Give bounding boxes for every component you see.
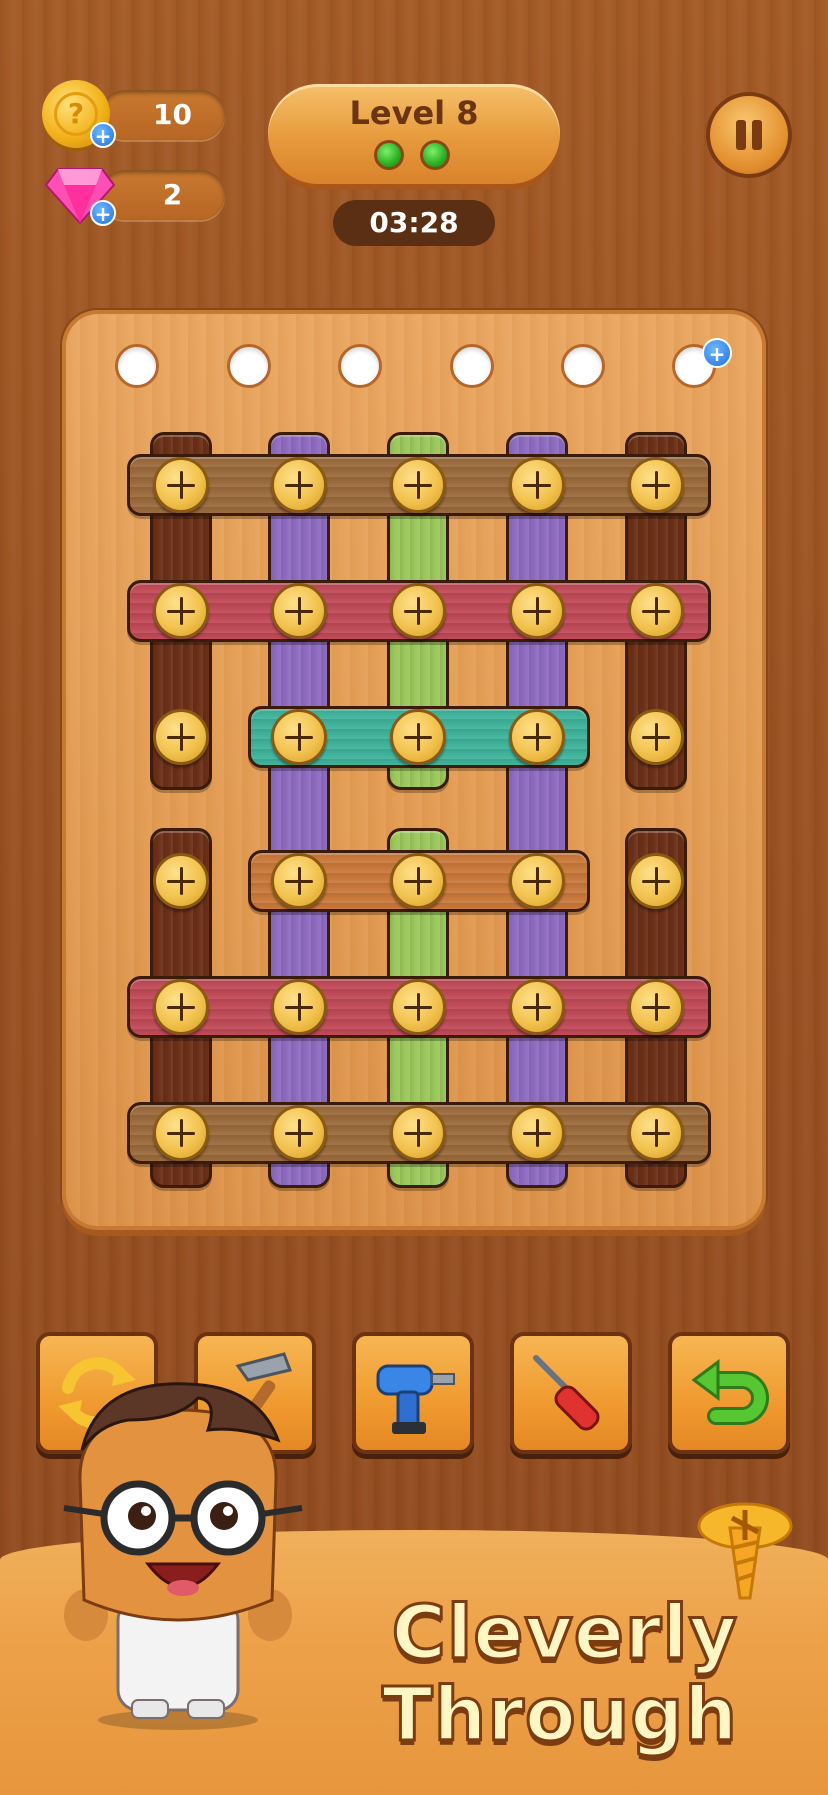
screw[interactable] — [390, 1105, 446, 1161]
screw[interactable] — [153, 457, 209, 513]
plank-purple[interactable] — [268, 432, 330, 1188]
add-hole-icon[interactable]: + — [702, 338, 732, 368]
screw[interactable] — [271, 979, 327, 1035]
screw[interactable] — [153, 583, 209, 639]
screw[interactable] — [628, 1105, 684, 1161]
level-plate: Level 8 — [268, 84, 560, 184]
pause-icon — [752, 120, 762, 150]
screw[interactable] — [390, 583, 446, 639]
plank-purple[interactable] — [506, 432, 568, 1188]
progress-dot — [374, 140, 404, 170]
pause-icon — [736, 120, 746, 150]
empty-hole[interactable] — [115, 344, 159, 388]
screw[interactable] — [271, 1105, 327, 1161]
screw[interactable] — [390, 709, 446, 765]
screw[interactable] — [509, 853, 565, 909]
screw[interactable] — [153, 1105, 209, 1161]
slogan-line-2: Through — [381, 1671, 739, 1760]
screw[interactable] — [509, 457, 565, 513]
empty-hole[interactable] — [338, 344, 382, 388]
screwdriver-button[interactable] — [510, 1332, 632, 1454]
screw[interactable] — [390, 853, 446, 909]
screw[interactable] — [628, 457, 684, 513]
screw[interactable] — [509, 583, 565, 639]
screw[interactable] — [509, 709, 565, 765]
drill-icon — [376, 1364, 455, 1434]
drill-button[interactable] — [352, 1332, 474, 1454]
screwdriver-icon — [533, 1355, 600, 1431]
undo-button[interactable] — [668, 1332, 790, 1454]
empty-hole[interactable] — [227, 344, 271, 388]
undo-icon — [691, 1359, 769, 1425]
screw[interactable] — [153, 979, 209, 1035]
screw[interactable] — [628, 853, 684, 909]
coin-count-pill: 10 — [100, 90, 225, 140]
screw[interactable] — [271, 583, 327, 639]
screw[interactable] — [271, 709, 327, 765]
gem-count: 2 — [162, 178, 183, 211]
screw[interactable] — [271, 853, 327, 909]
screw[interactable] — [628, 583, 684, 639]
screw[interactable] — [390, 457, 446, 513]
pause-button[interactable] — [706, 92, 792, 178]
screw[interactable] — [509, 979, 565, 1035]
screw[interactable] — [509, 1105, 565, 1161]
coin-count: 10 — [153, 98, 192, 131]
add-gems-icon[interactable]: + — [90, 200, 116, 226]
screw[interactable] — [153, 853, 209, 909]
screw[interactable] — [153, 709, 209, 765]
screw[interactable] — [271, 457, 327, 513]
screw[interactable] — [390, 979, 446, 1035]
add-coins-icon[interactable]: + — [90, 122, 116, 148]
level-title: Level 8 — [349, 94, 479, 132]
empty-hole[interactable] — [561, 344, 605, 388]
mascot-character — [63, 1382, 303, 1730]
screw[interactable] — [628, 709, 684, 765]
gem-count-pill: 2 — [100, 170, 225, 220]
screw[interactable] — [628, 979, 684, 1035]
empty-hole[interactable] — [450, 344, 494, 388]
countdown-timer: 03:28 — [333, 200, 495, 246]
progress-dot — [420, 140, 450, 170]
slogan-line-1: Cleverly — [390, 1589, 738, 1678]
